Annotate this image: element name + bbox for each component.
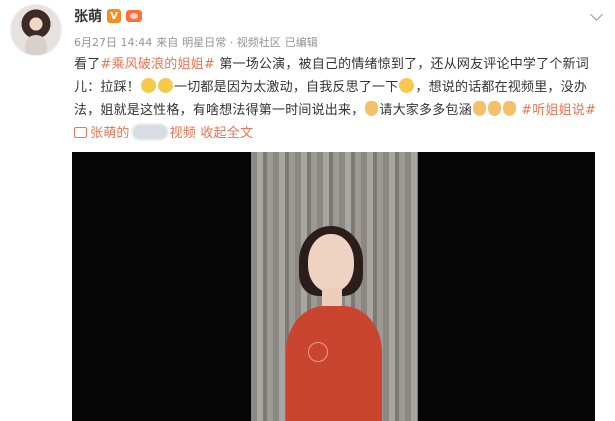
video-link-icon <box>74 127 87 138</box>
dizzy-emoji-icon <box>399 78 415 93</box>
video-link-label: 张萌的 <box>90 126 130 141</box>
post-text-part: 看了 <box>74 57 101 72</box>
post-date[interactable]: 6月27日 14:44 <box>74 34 152 50</box>
hashtag-link[interactable]: #听姐姐说# <box>521 103 596 118</box>
video-link-suffix: 视频 <box>169 126 197 141</box>
avatar[interactable] <box>10 4 62 56</box>
source-prefix: 来自 <box>156 36 179 49</box>
blurred-text <box>131 124 168 140</box>
post-header: 张萌 V <box>74 6 142 26</box>
pray-emoji-icon <box>502 101 516 116</box>
video-person-face <box>308 234 354 292</box>
post-text-part: 请大家多多包涵 <box>379 103 472 118</box>
chevron-down-icon[interactable] <box>590 8 603 21</box>
verified-badge-icon: V <box>107 9 121 23</box>
video-player[interactable] <box>72 152 595 421</box>
avatar-collar <box>25 35 47 55</box>
post-source[interactable]: 明星日常 · 视频社区 <box>182 34 281 50</box>
post-text-part: 一切都是因为太激动，自我反思了一下 <box>174 80 399 95</box>
pray-emoji-icon <box>365 101 379 116</box>
pray-emoji-icon <box>487 101 501 116</box>
shirt-emblem-icon <box>308 342 328 362</box>
thinking-emoji-icon <box>141 78 157 93</box>
member-badge-icon <box>126 10 142 22</box>
smile-emoji-icon <box>158 78 174 93</box>
pray-emoji-icon <box>472 101 486 116</box>
video-link[interactable]: 张萌的 视频 <box>74 124 197 141</box>
video-person-shirt <box>286 306 382 421</box>
post-meta: 6月27日 14:44 来自 明星日常 · 视频社区 已编辑 <box>74 34 318 50</box>
hashtag-link[interactable]: #乘风破浪的姐姐# <box>100 57 215 72</box>
username[interactable]: 张萌 <box>74 6 102 26</box>
collapse-text-button[interactable]: 收起全文 <box>200 126 253 141</box>
post-body: 看了#乘风破浪的姐姐# 第一场公演，被自己的情绪惊到了，还从网友评论中学了个新词… <box>74 53 599 145</box>
edited-label[interactable]: 已编辑 <box>285 34 318 50</box>
